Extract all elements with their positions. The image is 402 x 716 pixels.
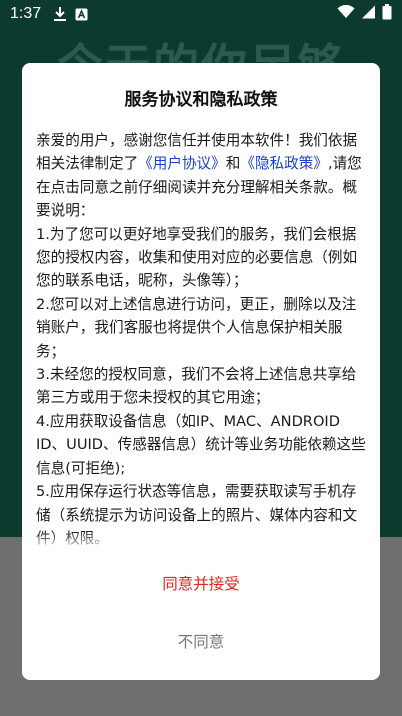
- summary-item-3: 3.未经您的授权同意，我们不会将上述信息共享给第三方或用于您未授权的其它用途；: [36, 366, 357, 407]
- summary-item-2: 2.您可以对上述信息进行访问，更正，删除以及注销账户，我们客服也将提供个人信息保…: [36, 295, 357, 360]
- a-badge-icon: [75, 8, 88, 21]
- reject-button[interactable]: 不同意: [22, 621, 380, 661]
- dialog-title: 服务协议和隐私政策: [124, 90, 278, 110]
- battery-icon: [382, 4, 392, 24]
- summary-item-4: 4.应用获取设备信息（如IP、MAC、ANDROID ID、UUID、传感器信息…: [36, 412, 366, 477]
- scroll-fade-overlay: [22, 531, 380, 561]
- wifi-icon: [337, 4, 355, 23]
- dialog-body[interactable]: 亲爱的用户，感谢您信任并使用本软件！我们依据相关法律制定了《用户协议》和《隐私政…: [36, 129, 368, 555]
- privacy-policy-link[interactable]: 《隐私政策》: [240, 155, 328, 172]
- summary-item-1: 1.为了您可以更好地享受我们的服务，我们会根据您的授权内容，收集和使用对应的必要…: [36, 225, 358, 290]
- user-agreement-link[interactable]: 《用户协议》: [138, 155, 226, 172]
- status-bar: 1:37: [0, 0, 402, 28]
- signal-icon: [361, 5, 376, 23]
- accept-button[interactable]: 同意并接受: [22, 563, 380, 603]
- agreement-dialog: 服务协议和隐私政策 亲爱的用户，感谢您信任并使用本软件！我们依据相关法律制定了《…: [22, 63, 380, 680]
- download-icon: [53, 6, 67, 22]
- intro-paragraph: 亲爱的用户，感谢您信任并使用本软件！我们依据相关法律制定了《用户协议》和《隐私政…: [36, 129, 368, 223]
- intro-and-text: 和: [225, 155, 241, 173]
- status-right-icons: [337, 4, 392, 24]
- status-time: 1:37: [10, 5, 42, 22]
